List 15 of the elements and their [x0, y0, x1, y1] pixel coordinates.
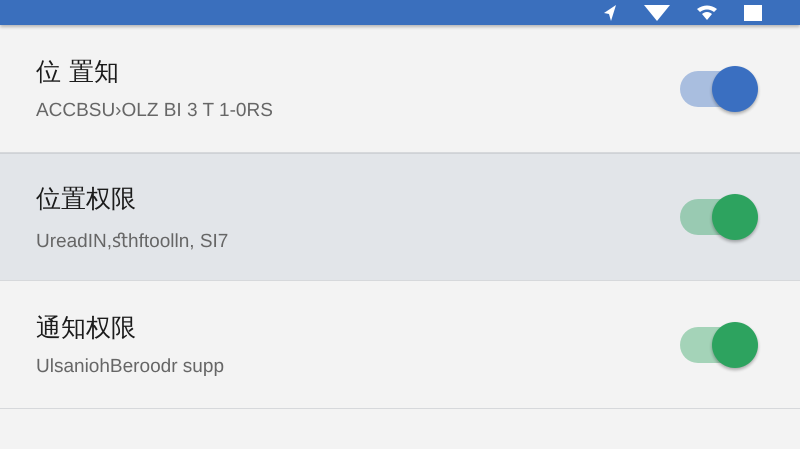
signal-icon	[644, 4, 670, 20]
setting-row[interactable]: 位置权限 UreadIN,ﬆhftoolln, SI7	[0, 153, 800, 281]
navigation-icon	[602, 4, 618, 20]
battery-icon	[744, 4, 762, 20]
setting-title: 通知权限	[36, 312, 136, 344]
toggle-switch[interactable]	[680, 320, 760, 370]
setting-row[interactable]: 通知权限 UlsaniohBeroodr supp	[0, 281, 800, 409]
toggle-switch[interactable]	[680, 192, 760, 242]
setting-description: ACCBSU›OLZ BI 3 T 1-0RS	[36, 100, 273, 122]
setting-description: UlsaniohBeroodr supp	[36, 356, 224, 378]
setting-title: 位 置知	[36, 56, 119, 88]
toggle-switch[interactable]	[680, 64, 760, 114]
setting-title: 位置权限	[36, 182, 136, 214]
setting-description: UreadIN,ﬆhftoolln, SI7	[36, 230, 228, 252]
wifi-icon	[696, 4, 718, 20]
